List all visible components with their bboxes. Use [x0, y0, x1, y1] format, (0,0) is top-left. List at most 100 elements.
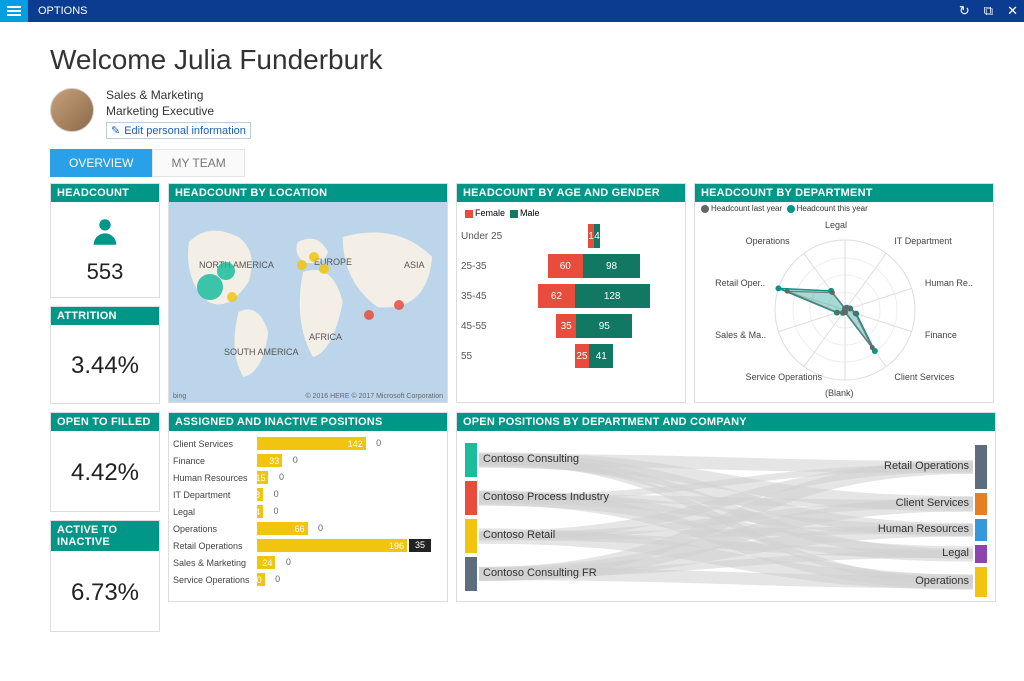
assigned-label: Finance: [169, 456, 257, 466]
age-gender-row: Under 2514: [461, 224, 681, 248]
bar-male: 4: [594, 224, 600, 248]
avatar[interactable]: [50, 88, 94, 132]
edit-personal-info-link[interactable]: ✎ Edit personal information: [106, 122, 251, 139]
tile-open-to-filled[interactable]: OPEN TO FILLED 4.42%: [50, 412, 160, 512]
bar-male: 98: [583, 254, 640, 278]
sankey-source-label: Contoso Consulting FR: [483, 567, 597, 579]
radar-axis-label: Finance: [925, 330, 957, 340]
headcount-value: 553: [87, 259, 124, 285]
tile-headcount-age-gender[interactable]: HEADCOUNT BY AGE AND GENDER Female Male …: [456, 183, 686, 403]
assigned-bar: 10: [257, 573, 265, 586]
radar-axis-label: Client Services: [894, 372, 954, 382]
sankey-target-block: [975, 493, 987, 515]
tile-header: HEADCOUNT BY LOCATION: [169, 184, 447, 202]
sankey-source-block: [465, 519, 477, 553]
assigned-row: Retail Operations19635: [169, 537, 447, 554]
tab-overview[interactable]: OVERVIEW: [50, 149, 152, 177]
sankey-source-label: Contoso Consulting: [483, 453, 579, 465]
tab-my-team[interactable]: MY TEAM: [152, 149, 244, 177]
sankey-target-block: [975, 545, 987, 563]
assigned-bar: 8: [257, 488, 263, 501]
close-icon[interactable]: ✕: [1007, 3, 1018, 19]
map-bubble: [197, 274, 223, 300]
assigned-bar: 24: [257, 556, 275, 569]
tile-header: ATTRITION: [51, 307, 159, 325]
sankey-target-block: [975, 445, 987, 489]
options-label[interactable]: OPTIONS: [38, 5, 88, 17]
sankey-target-label: Client Services: [896, 497, 969, 509]
radar-axis-label: Retail Oper..: [715, 278, 765, 288]
bar-male: 95: [576, 314, 632, 338]
bar-male: 41: [589, 344, 613, 368]
assigned-label: Operations: [169, 524, 257, 534]
hamburger-menu-button[interactable]: [0, 0, 28, 22]
open-to-filled-value: 4.42%: [71, 459, 139, 487]
legend-swatch-female: [465, 210, 473, 218]
sankey-target-block: [975, 567, 987, 597]
age-gender-row: 35-4562128: [461, 284, 681, 308]
tile-header: OPEN TO FILLED: [51, 413, 159, 431]
tile-assigned-inactive[interactable]: ASSIGNED AND INACTIVE POSITIONS Client S…: [168, 412, 448, 602]
assigned-row: Operations660: [169, 520, 447, 537]
bar-female: 35: [556, 314, 577, 338]
assigned-bar: 33: [257, 454, 282, 467]
tile-headcount[interactable]: HEADCOUNT 553: [50, 183, 160, 298]
tile-headcount-by-location[interactable]: HEADCOUNT BY LOCATION NORTH AMERICA SOUT…: [168, 183, 448, 403]
age-category-label: 45-55: [461, 321, 507, 332]
assigned-row: IT Department80: [169, 486, 447, 503]
assigned-row: Sales & Marketing240: [169, 554, 447, 571]
inactive-value: 35: [409, 539, 431, 552]
assigned-label: Sales & Marketing: [169, 558, 257, 568]
age-gender-row: 552541: [461, 344, 681, 368]
popout-icon[interactable]: ⧉: [984, 3, 993, 19]
tile-header: OPEN POSITIONS BY DEPARTMENT AND COMPANY: [457, 413, 995, 431]
radar-axis-label: Legal: [825, 220, 847, 230]
refresh-icon[interactable]: ↻: [959, 3, 970, 19]
chart-legend: Female Male: [465, 208, 681, 218]
age-category-label: 35-45: [461, 291, 507, 302]
sankey-target-label: Human Resources: [878, 523, 969, 535]
sankey-target-label: Legal: [942, 547, 969, 559]
inactive-value: 0: [267, 573, 289, 586]
tile-open-positions[interactable]: OPEN POSITIONS BY DEPARTMENT AND COMPANY…: [456, 412, 996, 602]
inactive-value: 0: [310, 522, 332, 535]
profile-department: Sales & Marketing: [106, 88, 251, 102]
tile-headcount-department[interactable]: HEADCOUNT BY DEPARTMENT Headcount last y…: [694, 183, 994, 403]
radar-axis-label: Human Re..: [925, 278, 973, 288]
inactive-value: 0: [270, 471, 292, 484]
tile-header: ACTIVE TO INACTIVE: [51, 521, 159, 551]
inactive-value: 0: [265, 505, 287, 518]
assigned-label: Service Operations: [169, 575, 257, 585]
radar-axis-label: Operations: [746, 236, 790, 246]
bar-female: 60: [548, 254, 583, 278]
tile-attrition[interactable]: ATTRITION 3.44%: [50, 306, 160, 404]
sankey-target-block: [975, 519, 987, 541]
assigned-label: Legal: [169, 507, 257, 517]
map-bubble: [319, 264, 329, 274]
chart-legend: Headcount last year Headcount this year: [701, 204, 868, 213]
assigned-bar: 66: [257, 522, 308, 535]
radar-axis-label: Service Operations: [746, 372, 823, 382]
assigned-label: IT Department: [169, 490, 257, 500]
assigned-label: Human Resources: [169, 473, 257, 483]
map-bubble: [364, 310, 374, 320]
map-body[interactable]: NORTH AMERICA SOUTH AMERICA EUROPE AFRIC…: [169, 202, 447, 402]
person-icon: [88, 215, 122, 255]
map-label-sa: SOUTH AMERICA: [224, 347, 299, 357]
sankey-target-label: Retail Operations: [884, 460, 969, 472]
tile-header: ASSIGNED AND INACTIVE POSITIONS: [169, 413, 447, 431]
radar-axis-label: IT Department: [894, 236, 951, 246]
radar-axis-label: Sales & Ma..: [715, 330, 766, 340]
hamburger-icon: [7, 6, 21, 16]
assigned-row: Client Services1420: [169, 435, 447, 452]
age-category-label: 25-35: [461, 261, 507, 272]
assigned-bar: 15: [257, 471, 268, 484]
edit-link-label: Edit personal information: [124, 125, 246, 137]
bar-male: 128: [575, 284, 650, 308]
map-label-af: AFRICA: [309, 332, 342, 342]
tile-active-to-inactive[interactable]: ACTIVE TO INACTIVE 6.73%: [50, 520, 160, 632]
map-label-na: NORTH AMERICA: [199, 260, 274, 270]
legend-swatch-male: [510, 210, 518, 218]
sankey-source-block: [465, 557, 477, 591]
age-gender-row: 45-55 3595: [461, 314, 681, 338]
